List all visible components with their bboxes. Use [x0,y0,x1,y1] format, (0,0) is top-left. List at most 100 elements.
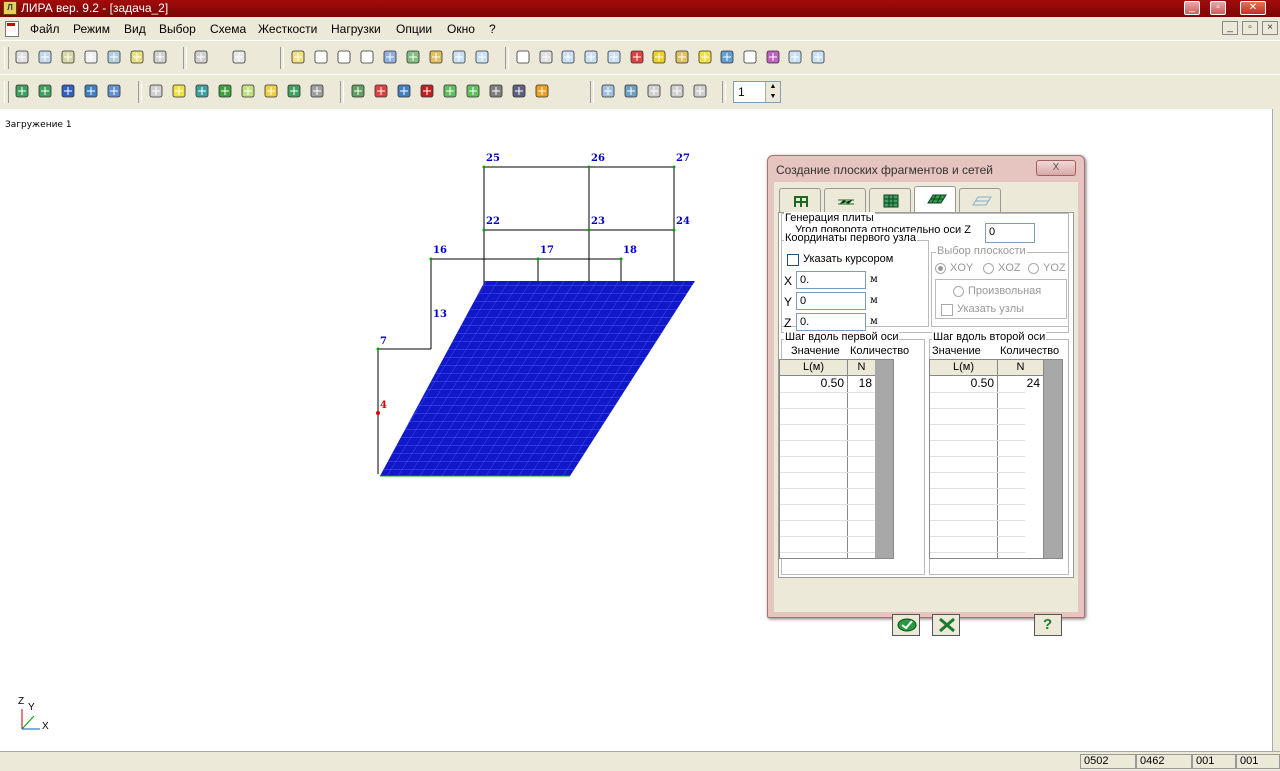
cylinder-icon[interactable] [82,82,100,100]
load-icon[interactable] [372,82,390,100]
vertical-scrollbar[interactable] [1272,109,1280,751]
hinge-icon[interactable] [395,82,413,100]
mdi-minimize-button[interactable]: _ [1222,21,1238,35]
yz-view-icon[interactable] [358,48,376,66]
tab-truss[interactable] [824,188,866,212]
menu-scheme[interactable]: Схема [210,22,246,36]
close-button[interactable]: ✕ [1240,1,1266,15]
coord-z-input[interactable]: 0. [796,313,866,331]
select-icon[interactable] [537,48,555,66]
stack-icon[interactable] [622,82,640,100]
dim-icon-c[interactable] [691,82,709,100]
pencil-icon[interactable] [404,48,422,66]
xz-view-icon[interactable] [312,48,330,66]
person-icon[interactable] [696,48,714,66]
step-axis2-count-cell[interactable]: 24 [1000,376,1040,390]
grid-scrollbar[interactable] [1044,360,1062,558]
load-case-spinner[interactable]: 1 ▲ ▼ [733,81,781,103]
frame-icon[interactable] [13,82,31,100]
plane-xoz-radio[interactable] [983,263,994,274]
scissors-icon[interactable] [147,82,165,100]
rotation-angle-input[interactable]: 0 [985,223,1035,243]
step-axis2-table[interactable]: L(м) N 0.50 24 [929,359,1063,559]
target-icon[interactable] [418,82,436,100]
redo-icon[interactable] [230,48,248,66]
plane-arbitrary-radio[interactable] [953,286,964,297]
menu-view[interactable]: Вид [124,22,146,36]
apply-button[interactable] [892,614,920,636]
copy-element-icon[interactable] [239,82,257,100]
specify-nodes-checkbox[interactable] [941,304,953,316]
step-axis2-length-cell[interactable]: 0.50 [932,376,994,390]
filter-icon[interactable] [514,48,532,66]
maximize-button[interactable]: ▫ [1210,1,1226,15]
step-axis1-count-cell[interactable]: 18 [850,376,872,390]
support-icon[interactable] [349,82,367,100]
bolt-icon[interactable] [650,48,668,66]
grid-icon[interactable] [36,82,54,100]
copy-icon[interactable] [36,48,54,66]
menu-options[interactable]: Опции [396,22,432,36]
zoom-window-icon[interactable] [605,48,623,66]
minimize-button[interactable]: _ [1184,1,1200,15]
fix-icon[interactable] [464,82,482,100]
layers-icon[interactable] [764,48,782,66]
step-axis1-length-cell[interactable]: 0.50 [782,376,844,390]
grid-scrollbar[interactable] [875,360,893,558]
link-icon[interactable] [487,82,505,100]
menu-select[interactable]: Выбор [159,22,196,36]
join-icon[interactable] [170,82,188,100]
chart-icon[interactable] [128,48,146,66]
copy-group-icon[interactable] [262,82,280,100]
plane-yoz-radio[interactable] [1028,263,1039,274]
cancel-button[interactable] [932,614,960,636]
node-icon[interactable] [628,48,646,66]
tab-shell[interactable] [959,188,1001,212]
zoom-icon[interactable] [559,48,577,66]
shell-icon[interactable] [105,82,123,100]
menu-mode[interactable]: Режим [73,22,110,36]
zoom-out-icon[interactable] [473,48,491,66]
axes-icon[interactable] [289,48,307,66]
open-icon[interactable] [13,48,31,66]
zoom-in-icon[interactable] [450,48,468,66]
menu-help[interactable]: ? [489,22,496,36]
dialog-close-button[interactable]: X [1036,160,1076,176]
menu-loads[interactable]: Нагрузки [331,22,381,36]
pack-icon[interactable] [285,82,303,100]
menu-stiffness[interactable]: Жесткости [258,22,317,36]
coord-y-input[interactable]: 0 [796,292,866,310]
xyz-view-icon[interactable] [335,48,353,66]
wrench-icon[interactable] [308,82,326,100]
doc-icon[interactable] [82,48,100,66]
help-button[interactable]: ? [1034,614,1062,636]
intersect-icon[interactable] [510,82,528,100]
mdi-restore-button[interactable]: ▫ [1242,21,1258,35]
use-cursor-checkbox[interactable] [787,254,799,266]
edit-icon[interactable] [427,48,445,66]
menu-file[interactable]: Файл [30,22,60,36]
print-icon[interactable] [105,48,123,66]
pan-icon[interactable] [786,48,804,66]
cut-icon[interactable] [59,48,77,66]
export-icon[interactable] [151,48,169,66]
plane-xoy-radio[interactable] [935,263,946,274]
dim-icon-b[interactable] [668,82,686,100]
step-axis1-table[interactable]: L(м) N 0.50 18 [779,359,894,559]
tab-plate[interactable] [914,186,956,212]
undo-icon[interactable] [192,48,210,66]
dim-icon-a[interactable] [645,82,663,100]
group-icon[interactable] [599,82,617,100]
book-icon[interactable] [718,48,736,66]
delete-icon[interactable] [533,82,551,100]
mesh-icon[interactable] [59,82,77,100]
coord-x-input[interactable]: 0. [796,271,866,289]
mdi-close-button[interactable]: × [1262,21,1278,35]
tab-frame[interactable] [779,188,821,212]
rotate-icon[interactable] [381,48,399,66]
query-icon[interactable] [741,48,759,66]
add-node-icon[interactable] [216,82,234,100]
document-icon[interactable] [5,21,19,37]
hammer-icon[interactable] [673,48,691,66]
spinner-arrows[interactable]: ▲ ▼ [765,82,780,102]
